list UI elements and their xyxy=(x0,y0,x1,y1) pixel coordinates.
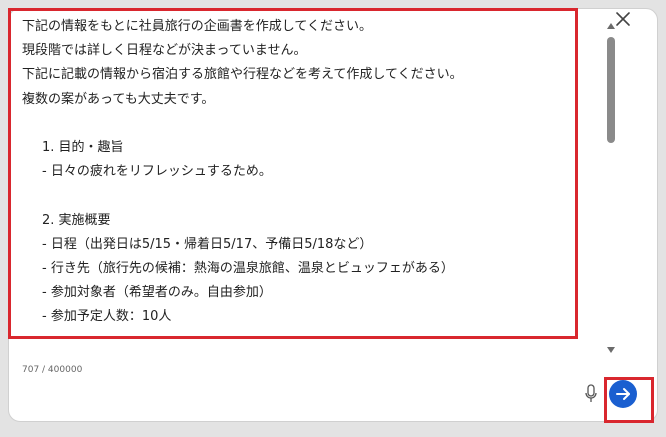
send-button[interactable] xyxy=(609,380,637,408)
prompt-line: 下記の情報をもとに社員旅行の企画書を作成してください。 xyxy=(22,19,372,34)
prompt-line: 現段階では詳しく日程などが決まっていません。 xyxy=(22,43,307,59)
prompt-line xyxy=(22,112,579,136)
prompt-line: - 行き先（旅行先の候補：熱海の温泉旅館、温泉とビュッフェがある） xyxy=(42,260,454,276)
prompt-line: - 日々の疲れをリフレッシュするため。 xyxy=(42,164,272,180)
prompt-line: 2. 実施概要 xyxy=(42,212,111,228)
prompt-textarea[interactable]: 下記の情報をもとに社員旅行の企画書を作成してください。 現段階では詳しく日程などが… xyxy=(9,9,579,337)
microphone-button[interactable] xyxy=(584,384,598,404)
prompt-line: - 参加予定人数：10人 xyxy=(42,309,172,325)
prompt-line: - 参加対象者（希望者のみ。自由参加） xyxy=(42,285,272,301)
prompt-line: - 日程（出発日は5/15・帰着日5/17、予備日5/18など） xyxy=(42,236,373,252)
chat-input-panel: 下記の情報をもとに社員旅行の企画書を作成してください。 現段階では詳しく日程などが… xyxy=(8,8,658,422)
prompt-line: 下記に記載の情報から宿泊する旅館や行程などを考えて作成してください。 xyxy=(22,67,463,83)
scroll-down-arrow-icon[interactable] xyxy=(607,347,615,353)
character-counter: 707 / 400000 xyxy=(22,365,83,375)
close-button[interactable] xyxy=(612,8,634,30)
arrow-right-icon xyxy=(616,388,630,400)
prompt-line: 複数の案があっても大丈夫です。 xyxy=(22,91,215,107)
scrollbar[interactable] xyxy=(605,23,617,353)
prompt-line: 1. 目的・趣旨 xyxy=(42,139,124,155)
microphone-icon xyxy=(585,384,597,402)
prompt-line xyxy=(22,184,579,208)
close-icon xyxy=(616,12,630,26)
scrollbar-thumb[interactable] xyxy=(607,37,615,143)
